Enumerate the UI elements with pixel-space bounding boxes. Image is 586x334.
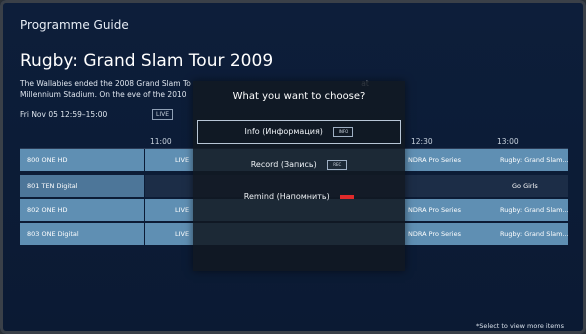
record-key-icon: REC [327,159,348,170]
channel-name: 802 ONE HD [20,199,144,221]
channel-name: 803 ONE Digital [20,223,144,245]
programme-cell-live[interactable]: LIVE [175,149,189,171]
programme-cell-live[interactable]: LIVE [175,223,189,245]
remind-option-label: Remind (Напомнить) [243,192,330,201]
red-key-icon [340,194,355,199]
footer-hint: *Select to view more items [476,322,564,330]
live-badge: LIVE [152,109,174,120]
programme-airtime: Fri Nov 05 12:59–15:00 [20,110,108,119]
programme-cell[interactable]: NDRA Pro Series [408,223,461,245]
programme-cell[interactable]: NDRA Pro Series [408,199,461,221]
time-header-1230: 12:30 [411,137,433,146]
programme-cell[interactable]: Rugby: Grand Slam... [500,223,569,245]
choice-dialog: What you want to choose? Info (Информаци… [193,81,405,271]
programme-cell[interactable]: Rugby: Grand Slam... [500,149,569,171]
time-header-1300: 13:00 [497,137,519,146]
tv-screen: Programme Guide Rugby: Grand Slam Tour 2… [0,0,586,334]
channel-name: 801 TEN Digital [20,175,144,197]
remind-option[interactable]: Remind (Напомнить) [197,186,401,208]
programme-cell[interactable]: NDRA Pro Series [408,149,461,171]
info-option[interactable]: Info (Информация) INFO [197,120,401,144]
description-line-1: The Wallabies ended the 2008 Grand Slam … [20,79,191,88]
app-title: Programme Guide [20,18,129,32]
record-option[interactable]: Record (Запись) REC [197,154,401,176]
dialog-question: What you want to choose? [232,91,366,102]
description-line-2: Millennium Stadium. On the eve of the 20… [20,90,187,99]
info-option-label: Info (Информация) [244,127,323,136]
record-option-label: Record (Запись) [250,160,317,169]
info-key-icon: INFO [333,126,354,137]
programme-title: Rugby: Grand Slam Tour 2009 [20,51,274,71]
programme-cell[interactable]: Go Girls [512,175,538,197]
channel-name: 800 ONE HD [20,149,144,171]
programme-cell-live[interactable]: LIVE [175,199,189,221]
programme-cell[interactable]: Rugby: Grand Slam... [500,199,569,221]
time-header-1100: 11:00 [150,137,172,146]
